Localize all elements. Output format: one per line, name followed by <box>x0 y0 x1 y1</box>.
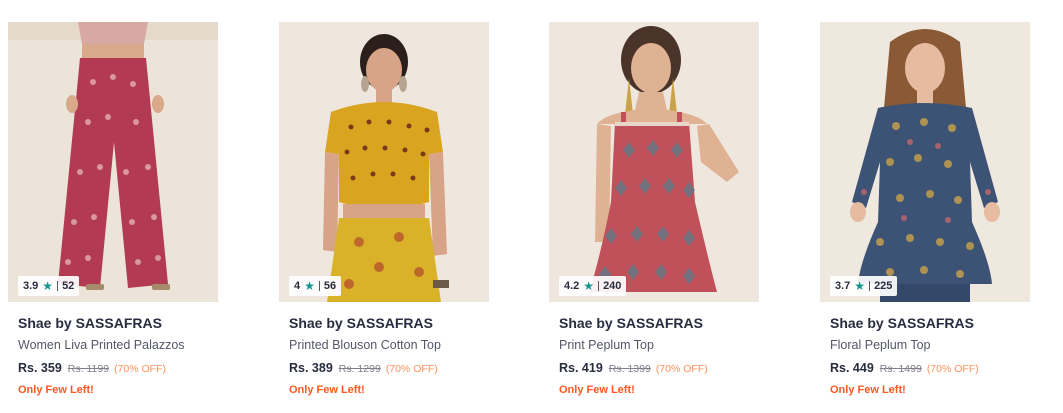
product-photo-palazzos <box>8 22 218 302</box>
star-icon: ★ <box>304 279 315 293</box>
product-image[interactable]: 4.2 ★ 240 <box>549 22 759 302</box>
rating-divider <box>318 281 320 291</box>
rating-divider <box>598 281 600 291</box>
product-grid: 3.9 ★ 52 Shae by SASSAFRAS Women Liva Pr… <box>0 0 1063 413</box>
product-price: Rs. 389 Rs. 1299 (70% OFF) <box>289 361 438 375</box>
rating-value: 3.9 <box>23 280 39 292</box>
star-icon: ★ <box>854 279 866 293</box>
product-name: Women Liva Printed Palazzos <box>18 338 185 352</box>
discounted-price: Rs. 419 <box>559 361 603 375</box>
star-icon: ★ <box>42 279 54 293</box>
product-card[interactable]: 4 ★ 56 Shae by SASSAFRAS Printed Blouson… <box>279 22 489 402</box>
rating-count: 56 <box>323 280 337 292</box>
rating-value: 4.2 <box>564 280 580 292</box>
rating-divider <box>57 281 59 291</box>
rating-badge: 3.9 ★ 52 <box>18 276 80 296</box>
discounted-price: Rs. 359 <box>18 361 62 375</box>
discounted-price: Rs. 389 <box>289 361 333 375</box>
stock-note: Only Few Left! <box>18 384 94 396</box>
product-price: Rs. 419 Rs. 1399 (70% OFF) <box>559 361 708 375</box>
rating-divider <box>869 281 871 291</box>
discounted-price: Rs. 449 <box>830 361 874 375</box>
star-icon: ★ <box>583 279 595 293</box>
product-price: Rs. 359 Rs. 1199 (70% OFF) <box>18 361 166 375</box>
original-price: Rs. 1299 <box>338 363 381 375</box>
product-photo-floral-top <box>820 22 1030 302</box>
product-photo-peplum-top <box>549 22 759 302</box>
product-brand: Shae by SASSAFRAS <box>559 315 703 331</box>
product-image[interactable]: 4 ★ 56 <box>279 22 489 302</box>
product-image[interactable]: 3.7 ★ 225 <box>820 22 1030 302</box>
product-image[interactable]: 3.9 ★ 52 <box>8 22 218 302</box>
product-card[interactable]: 3.7 ★ 225 Shae by SASSAFRAS Floral Peplu… <box>820 22 1030 402</box>
discount-percent: (70% OFF) <box>926 363 979 375</box>
stock-note: Only Few Left! <box>830 384 906 396</box>
product-brand: Shae by SASSAFRAS <box>18 315 162 331</box>
rating-count: 225 <box>874 280 893 292</box>
discount-percent: (70% OFF) <box>385 363 438 375</box>
original-price: Rs. 1499 <box>879 363 922 375</box>
product-card[interactable]: 4.2 ★ 240 Shae by SASSAFRAS Print Peplum… <box>549 22 759 402</box>
discount-percent: (70% OFF) <box>114 363 166 375</box>
product-brand: Shae by SASSAFRAS <box>289 315 433 331</box>
rating-count: 52 <box>62 280 75 292</box>
rating-value: 4 <box>294 280 301 292</box>
product-name: Floral Peplum Top <box>830 338 931 352</box>
rating-badge: 4 ★ 56 <box>289 276 342 296</box>
rating-count: 240 <box>603 280 622 292</box>
discount-percent: (70% OFF) <box>655 363 708 375</box>
product-name: Printed Blouson Cotton Top <box>289 338 441 352</box>
original-price: Rs. 1399 <box>608 363 651 375</box>
rating-badge: 3.7 ★ 225 <box>830 276 898 296</box>
product-photo-blouson-top <box>279 22 489 302</box>
product-name: Print Peplum Top <box>559 338 654 352</box>
product-card[interactable]: 3.9 ★ 52 Shae by SASSAFRAS Women Liva Pr… <box>8 22 218 402</box>
rating-value: 3.7 <box>835 280 851 292</box>
product-price: Rs. 449 Rs. 1499 (70% OFF) <box>830 361 979 375</box>
stock-note: Only Few Left! <box>559 384 635 396</box>
stock-note: Only Few Left! <box>289 384 365 396</box>
rating-badge: 4.2 ★ 240 <box>559 276 627 296</box>
original-price: Rs. 1199 <box>67 363 110 375</box>
product-brand: Shae by SASSAFRAS <box>830 315 974 331</box>
